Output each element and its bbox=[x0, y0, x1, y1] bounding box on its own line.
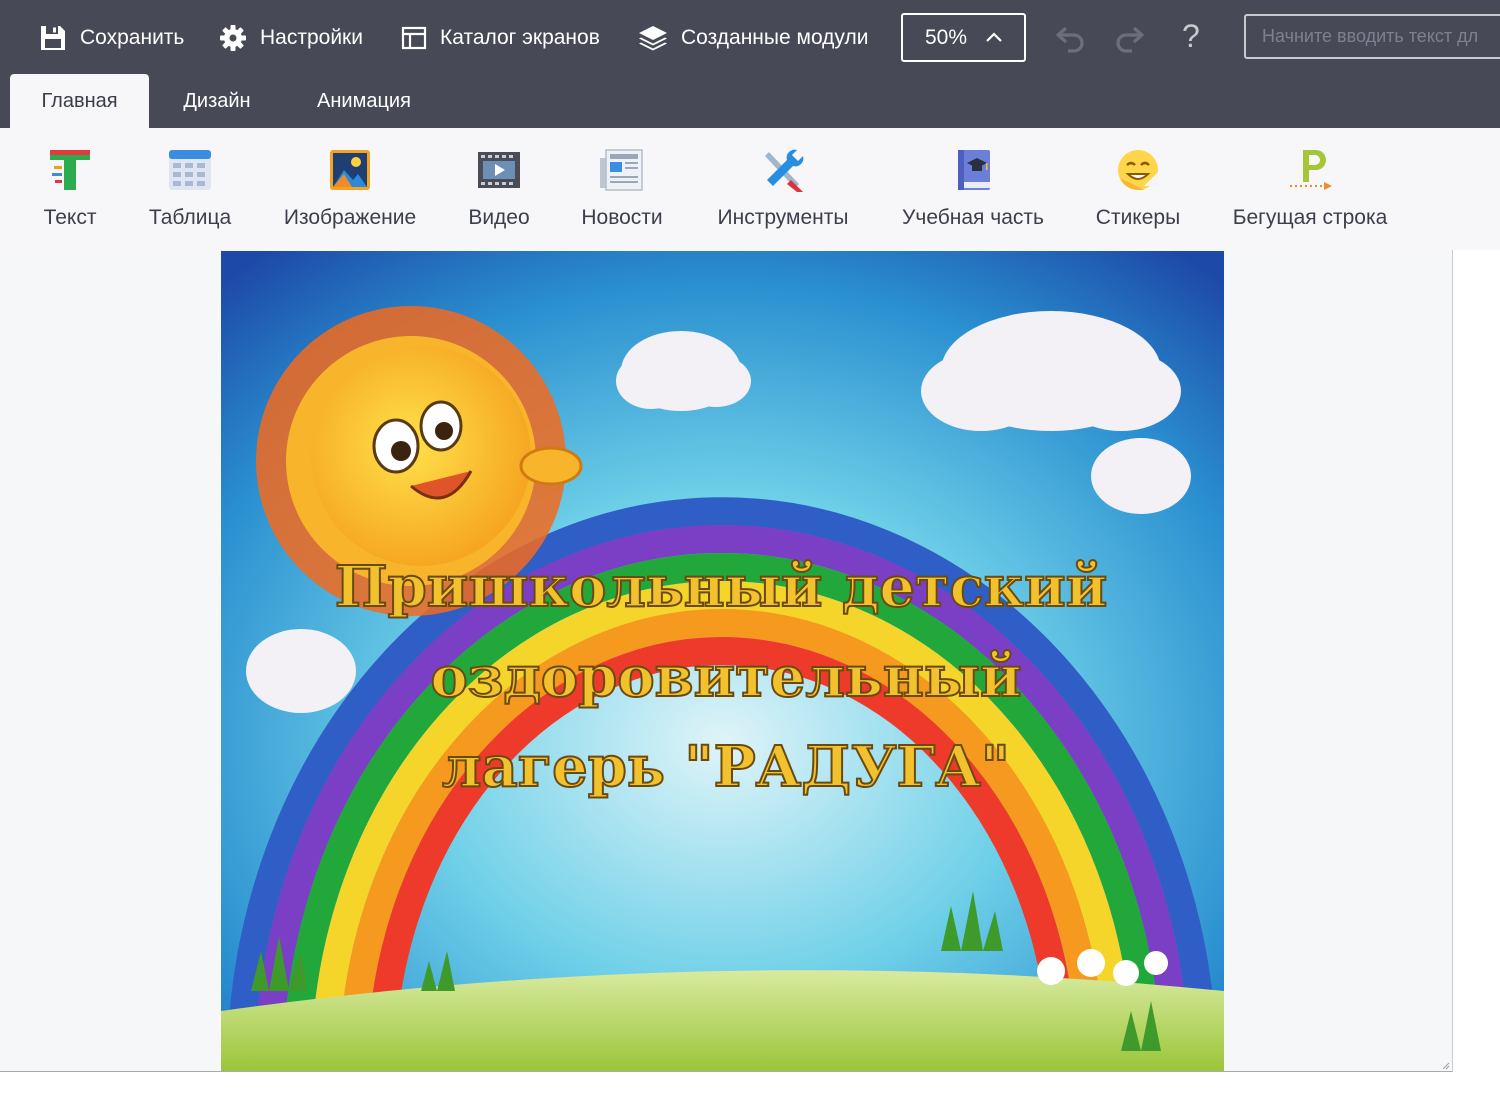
table-icon bbox=[169, 150, 211, 190]
ribbon-label: Изображение bbox=[283, 206, 417, 229]
ribbon-item-tools[interactable]: Инструменты bbox=[714, 128, 852, 250]
ribbon-label: Текст bbox=[43, 206, 97, 229]
text-icon bbox=[50, 150, 90, 190]
layers-icon bbox=[639, 26, 667, 51]
slide-title: Пришкольный детский оздоровительный лаге… bbox=[334, 553, 1108, 801]
save-button[interactable]: Сохранить bbox=[38, 20, 184, 56]
video-icon bbox=[478, 152, 520, 188]
ribbon-item-video[interactable]: Видео bbox=[468, 128, 530, 250]
ribbon-label: Инструменты bbox=[717, 206, 849, 229]
ribbon-label: Новости bbox=[581, 206, 663, 229]
modules-label: Созданные модули bbox=[681, 26, 869, 49]
zoom-select[interactable]: 50% bbox=[901, 13, 1026, 62]
image-icon bbox=[330, 150, 370, 190]
catalog-label: Каталог экранов bbox=[440, 26, 600, 49]
editor-app: Сохранить Настройки Каталог экранов Созд… bbox=[0, 0, 1500, 1100]
ribbon-item-study[interactable]: Учебная часть bbox=[900, 128, 1046, 250]
tab-animation[interactable]: Анимация bbox=[298, 74, 430, 128]
screen-catalog-button[interactable]: Каталог экранов bbox=[400, 20, 600, 56]
ribbon-label: Таблица bbox=[148, 206, 232, 229]
chevron-up-icon bbox=[986, 32, 1002, 42]
redo-icon[interactable] bbox=[1112, 22, 1146, 56]
study-icon bbox=[958, 150, 990, 190]
ribbon-label: Учебная часть bbox=[902, 206, 1044, 229]
slide-title-line-2: оздоровительный bbox=[430, 644, 1021, 710]
ribbon-item-news[interactable]: Новости bbox=[580, 128, 664, 250]
top-bar: Сохранить Настройки Каталог экранов Созд… bbox=[0, 0, 1500, 128]
search-input[interactable] bbox=[1244, 14, 1500, 59]
ticker-icon bbox=[1290, 150, 1332, 190]
insert-ribbon: Текст Таблица Изображение Видео Новости … bbox=[0, 128, 1500, 250]
ribbon-item-stickers[interactable]: Стикеры bbox=[1094, 128, 1182, 250]
slide-title-line-1: Пришкольный детский bbox=[335, 554, 1107, 620]
floppy-disk-icon bbox=[41, 26, 65, 50]
ribbon-label: Видео bbox=[468, 206, 530, 229]
sticker-icon bbox=[1118, 150, 1158, 190]
created-modules-button[interactable]: Созданные модули bbox=[637, 20, 868, 56]
layout-icon bbox=[401, 26, 427, 50]
ribbon-label: Стикеры bbox=[1095, 206, 1181, 229]
ribbon-item-text[interactable]: Текст bbox=[42, 128, 98, 250]
main-toolbar: Сохранить Настройки Каталог экранов Созд… bbox=[0, 0, 1500, 76]
slide-image[interactable]: Пришкольный детский оздоровительный лаге… bbox=[221, 251, 1224, 1071]
settings-label: Настройки bbox=[260, 26, 363, 49]
ribbon-item-table[interactable]: Таблица bbox=[148, 128, 232, 250]
help-button[interactable]: ? bbox=[1182, 18, 1200, 55]
news-icon bbox=[600, 149, 643, 191]
gear-icon bbox=[220, 25, 246, 51]
resize-grip-icon[interactable] bbox=[1440, 1060, 1450, 1070]
ribbon-item-image[interactable]: Изображение bbox=[282, 128, 418, 250]
tools-icon bbox=[765, 149, 804, 192]
ribbon-label: Бегущая строка bbox=[1232, 206, 1388, 229]
undo-icon[interactable] bbox=[1054, 22, 1088, 56]
settings-button[interactable]: Настройки bbox=[218, 20, 363, 56]
ribbon-item-ticker[interactable]: Бегущая строка bbox=[1230, 128, 1390, 250]
save-label: Сохранить bbox=[80, 26, 185, 49]
zoom-value: 50% bbox=[925, 25, 968, 49]
slide-title-line-3: лагерь "РАДУГА" bbox=[442, 734, 1010, 800]
tab-home[interactable]: Главная bbox=[10, 74, 149, 128]
tab-design[interactable]: Дизайн bbox=[168, 74, 266, 128]
